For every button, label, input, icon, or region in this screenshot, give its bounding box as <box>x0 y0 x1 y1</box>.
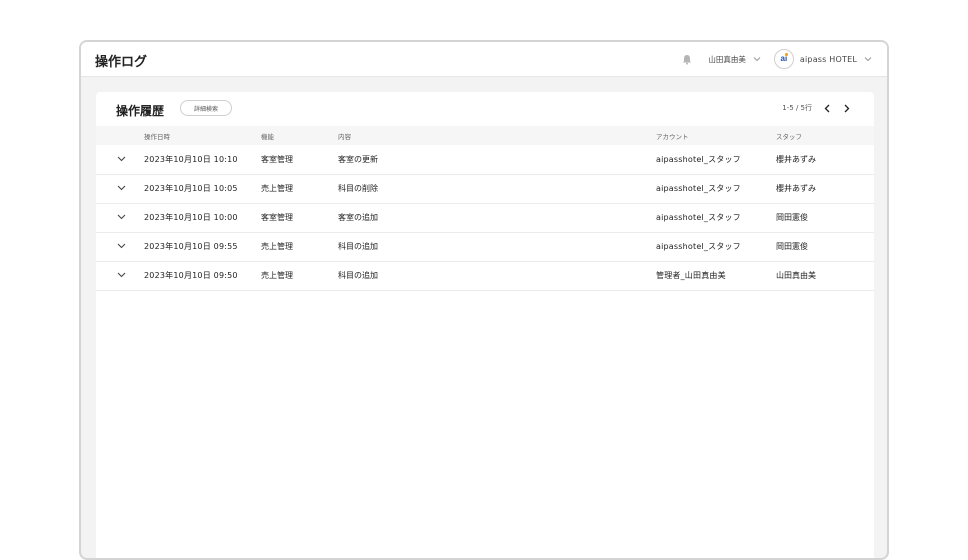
chevron-down-icon[interactable] <box>116 241 126 251</box>
cell-staff: 櫻井あずみ <box>776 184 816 193</box>
cell-account: 管理者_山田真由美 <box>656 271 726 280</box>
cell-date: 2023年10月10日 10:10 <box>144 155 238 164</box>
bell-icon[interactable] <box>680 52 694 66</box>
logo-text: ai <box>780 54 788 63</box>
page-title: 操作ログ <box>95 55 148 70</box>
logo-dot <box>784 53 788 56</box>
chevron-right-icon[interactable] <box>842 102 852 114</box>
cell-function: 客室管理 <box>261 213 293 222</box>
table-row[interactable]: 2023年10月10日 10:00 客室管理 客室の追加 aipasshotel… <box>96 203 874 233</box>
table-row[interactable]: 2023年10月10日 09:55 売上管理 科目の追加 aipasshotel… <box>96 232 874 262</box>
chevron-down-icon[interactable] <box>116 183 126 193</box>
cell-date: 2023年10月10日 09:50 <box>144 271 238 280</box>
header-actions: 山田真由美 ai aipass HOTEL <box>680 42 873 76</box>
chevron-down-icon[interactable] <box>116 154 126 164</box>
chevron-left-icon[interactable] <box>822 102 832 114</box>
cell-account: aipasshotel_スタッフ <box>656 155 741 164</box>
cell-date: 2023年10月10日 10:00 <box>144 213 238 222</box>
cell-date: 2023年10月10日 10:05 <box>144 184 238 193</box>
table-header: 操作日時 機能 内容 アカウント スタッフ <box>96 126 874 145</box>
app-window: 操作ログ 山田真由美 ai aipass HOTEL 操作履歴 詳細検索 1-5… <box>79 40 889 560</box>
card-title: 操作履歴 <box>116 104 165 118</box>
cell-staff: 山田真由美 <box>776 271 816 280</box>
user-menu-name[interactable]: 山田真由美 <box>708 54 746 65</box>
hotel-logo: ai <box>773 49 794 69</box>
cell-function: 客室管理 <box>261 155 293 164</box>
pagination-count: 1-5 / 5行 <box>782 104 812 112</box>
cell-date: 2023年10月10日 09:55 <box>144 242 238 251</box>
advanced-search-button[interactable]: 詳細検索 <box>180 100 232 116</box>
column-header-account: アカウント <box>656 133 689 141</box>
cell-staff: 岡田憲俊 <box>776 242 808 251</box>
table-row[interactable]: 2023年10月10日 10:10 客室管理 客室の更新 aipasshotel… <box>96 145 874 175</box>
cell-function: 売上管理 <box>261 242 293 251</box>
hotel-name[interactable]: aipass HOTEL <box>800 55 857 64</box>
cell-account: aipasshotel_スタッフ <box>656 213 741 222</box>
column-header-date: 操作日時 <box>144 133 170 141</box>
pagination: 1-5 / 5行 <box>782 102 852 114</box>
cell-function: 売上管理 <box>261 271 293 280</box>
column-header-function: 機能 <box>261 133 274 141</box>
chevron-down-icon[interactable] <box>752 54 762 64</box>
table-row[interactable]: 2023年10月10日 10:05 売上管理 科目の削除 aipasshotel… <box>96 174 874 204</box>
chevron-down-icon[interactable] <box>863 54 873 64</box>
column-header-staff: スタッフ <box>776 133 802 141</box>
cell-content: 客室の追加 <box>338 213 378 222</box>
cell-content: 科目の削除 <box>338 184 378 193</box>
chevron-down-icon[interactable] <box>116 270 126 280</box>
cell-account: aipasshotel_スタッフ <box>656 184 741 193</box>
cell-content: 科目の追加 <box>338 271 378 280</box>
operation-history-card: 操作履歴 詳細検索 1-5 / 5行 操作日時 機能 内容 アカウント スタッフ… <box>96 92 874 558</box>
cell-staff: 岡田憲俊 <box>776 213 808 222</box>
top-header: 操作ログ 山田真由美 ai aipass HOTEL <box>81 42 887 77</box>
cell-staff: 櫻井あずみ <box>776 155 816 164</box>
column-header-content: 内容 <box>338 133 351 141</box>
table-row[interactable]: 2023年10月10日 09:50 売上管理 科目の追加 管理者_山田真由美 山… <box>96 261 874 291</box>
chevron-down-icon[interactable] <box>116 212 126 222</box>
cell-content: 客室の更新 <box>338 155 378 164</box>
cell-function: 売上管理 <box>261 184 293 193</box>
cell-account: aipasshotel_スタッフ <box>656 242 741 251</box>
cell-content: 科目の追加 <box>338 242 378 251</box>
